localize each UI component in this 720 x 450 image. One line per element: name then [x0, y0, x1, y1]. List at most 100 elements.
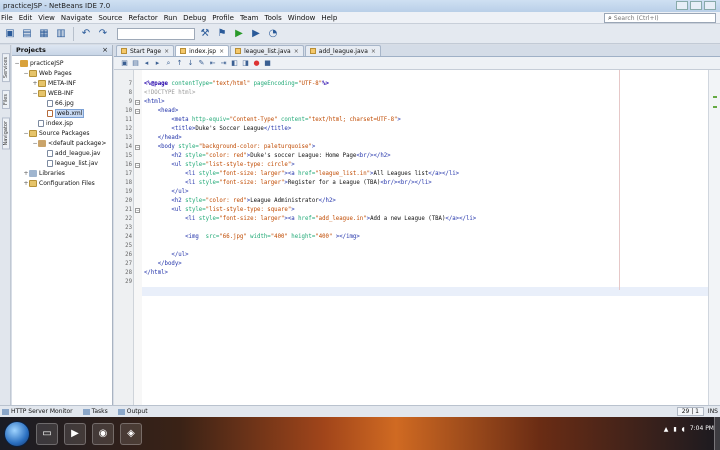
- menu-view[interactable]: View: [38, 14, 55, 22]
- menu-run[interactable]: Run: [164, 14, 177, 22]
- minimize-button[interactable]: [676, 1, 688, 10]
- redo-icon[interactable]: ↷: [96, 27, 110, 41]
- menu-file[interactable]: File: [1, 14, 13, 22]
- tree-item-label: 66.jpg: [55, 99, 74, 107]
- editor-tab[interactable]: index.jsp ×: [175, 45, 230, 56]
- start-button[interactable]: [4, 420, 30, 447]
- menu-profile[interactable]: Profile: [212, 14, 234, 22]
- show-hidden-icons-icon[interactable]: ▲: [664, 426, 669, 433]
- search-box[interactable]: ⌕: [604, 13, 716, 23]
- code-token: Register for a League (TBA): [287, 180, 381, 186]
- tree-item[interactable]: + Libraries: [12, 168, 112, 178]
- clock[interactable]: 7:04 PM: [690, 425, 714, 433]
- editor-tab[interactable]: Start Page ×: [116, 45, 175, 56]
- code-editor[interactable]: 7 8 9−10−11 12 13 14−15 16−17 18 19 20 21−22 23 24 25…: [114, 70, 708, 405]
- editor-scrollbar[interactable]: [708, 70, 720, 405]
- shift-right-icon[interactable]: ⇥: [219, 59, 228, 68]
- new-project-icon[interactable]: ▣: [3, 27, 17, 41]
- fold-toggle-icon[interactable]: −: [135, 100, 140, 105]
- show-desktop-button[interactable]: [714, 417, 720, 450]
- close-tab-icon[interactable]: ×: [371, 48, 376, 55]
- shift-left-icon[interactable]: ⇤: [208, 59, 217, 68]
- tree-item[interactable]: + META-INF: [12, 78, 112, 88]
- save-all-icon[interactable]: ▥: [54, 27, 68, 41]
- fold-toggle-icon[interactable]: −: [135, 145, 140, 150]
- tree-item[interactable]: 66.jpg: [12, 98, 112, 108]
- comment-icon[interactable]: ◧: [230, 59, 239, 68]
- volume-icon[interactable]: ◖: [682, 426, 685, 433]
- profile-icon[interactable]: ◔: [266, 27, 280, 41]
- tree-item[interactable]: − <default package>: [12, 138, 112, 148]
- debug-icon[interactable]: ▶: [249, 27, 263, 41]
- record-macro-icon[interactable]: ●: [252, 59, 261, 68]
- close-button[interactable]: [704, 1, 716, 10]
- menu-tools[interactable]: Tools: [264, 14, 281, 22]
- folder-icon: [29, 129, 37, 137]
- tree-item-label: web.xml: [55, 108, 85, 118]
- explorer-icon[interactable]: ▭: [36, 422, 58, 445]
- run-icon[interactable]: ▶: [232, 27, 246, 41]
- stop-macro-icon[interactable]: ■: [263, 59, 272, 68]
- menu-source[interactable]: Source: [98, 14, 122, 22]
- menu-navigate[interactable]: Navigate: [61, 14, 92, 22]
- clean-build-icon[interactable]: ⚑: [215, 27, 229, 41]
- fold-toggle-icon[interactable]: −: [135, 109, 140, 114]
- tree-item[interactable]: − WEB-INF: [12, 88, 112, 98]
- menu-edit[interactable]: Edit: [19, 14, 33, 22]
- uncomment-icon[interactable]: ◨: [241, 59, 250, 68]
- code-token: "league_list.in": [315, 171, 371, 177]
- forward-icon[interactable]: ▸: [153, 59, 162, 68]
- code-token: "text/html": [212, 81, 251, 87]
- maximize-button[interactable]: [690, 1, 702, 10]
- browser-icon[interactable]: ◉: [92, 422, 114, 445]
- history-icon[interactable]: ▤: [131, 59, 140, 68]
- search-input[interactable]: [613, 14, 710, 22]
- source-view-icon[interactable]: ▣: [120, 59, 129, 68]
- undo-icon[interactable]: ↶: [79, 27, 93, 41]
- configuration-select[interactable]: [117, 27, 195, 40]
- editor-tab[interactable]: league_list.java ×: [230, 45, 304, 56]
- services-tab[interactable]: Services: [2, 53, 10, 83]
- new-file-icon[interactable]: ▤: [20, 27, 34, 41]
- close-icon[interactable]: ×: [102, 46, 108, 54]
- editor-tab[interactable]: add_league.java ×: [304, 45, 381, 56]
- files-tab[interactable]: Files: [2, 90, 10, 110]
- build-icon[interactable]: ⚒: [198, 27, 212, 41]
- close-tab-icon[interactable]: ×: [294, 48, 299, 55]
- tree-item[interactable]: web.xml: [12, 108, 112, 118]
- tasks-tab[interactable]: Tasks: [82, 408, 108, 415]
- open-project-icon[interactable]: ▦: [37, 27, 51, 41]
- tree-item[interactable]: + Configuration Files: [12, 178, 112, 188]
- navigator-tab[interactable]: Navigator: [2, 117, 10, 150]
- menu-team[interactable]: Team: [240, 14, 259, 22]
- find-next-icon[interactable]: ↓: [186, 59, 195, 68]
- tree-item[interactable]: add_league.jav: [12, 148, 112, 158]
- code-token: <li: [144, 216, 196, 222]
- fold-toggle-icon[interactable]: −: [135, 163, 140, 168]
- tree-item-label: WEB-INF: [48, 89, 74, 97]
- menu-refactor[interactable]: Refactor: [128, 14, 157, 22]
- media-player-icon[interactable]: ▶: [64, 422, 86, 445]
- close-tab-icon[interactable]: ×: [164, 48, 169, 55]
- output-label: Output: [126, 408, 148, 415]
- code-line: </html>: [144, 269, 168, 278]
- tree-item[interactable]: league_list.jav: [12, 158, 112, 168]
- back-icon[interactable]: ◂: [142, 59, 151, 68]
- toggle-highlight-icon[interactable]: ✎: [197, 59, 206, 68]
- menu-window[interactable]: Window: [288, 14, 316, 22]
- tree-item[interactable]: − Source Packages: [12, 128, 112, 138]
- network-icon[interactable]: ▮: [673, 426, 676, 433]
- close-tab-icon[interactable]: ×: [219, 48, 224, 55]
- tree-item[interactable]: index.jsp: [12, 118, 112, 128]
- tree-item[interactable]: − practiceJSP: [12, 58, 112, 68]
- code-token: "background-color: paleturquoise": [198, 144, 312, 150]
- menu-help[interactable]: Help: [321, 14, 337, 22]
- menu-debug[interactable]: Debug: [183, 14, 206, 22]
- tree-item[interactable]: − Web Pages: [12, 68, 112, 78]
- fold-toggle-icon[interactable]: −: [135, 208, 140, 213]
- find-prev-icon[interactable]: ↑: [175, 59, 184, 68]
- netbeans-icon[interactable]: ◈: [120, 422, 142, 445]
- find-icon[interactable]: ⌕: [164, 59, 173, 68]
- output-tab[interactable]: Output: [117, 408, 148, 415]
- http-monitor-tab[interactable]: HTTP Server Monitor: [2, 408, 73, 415]
